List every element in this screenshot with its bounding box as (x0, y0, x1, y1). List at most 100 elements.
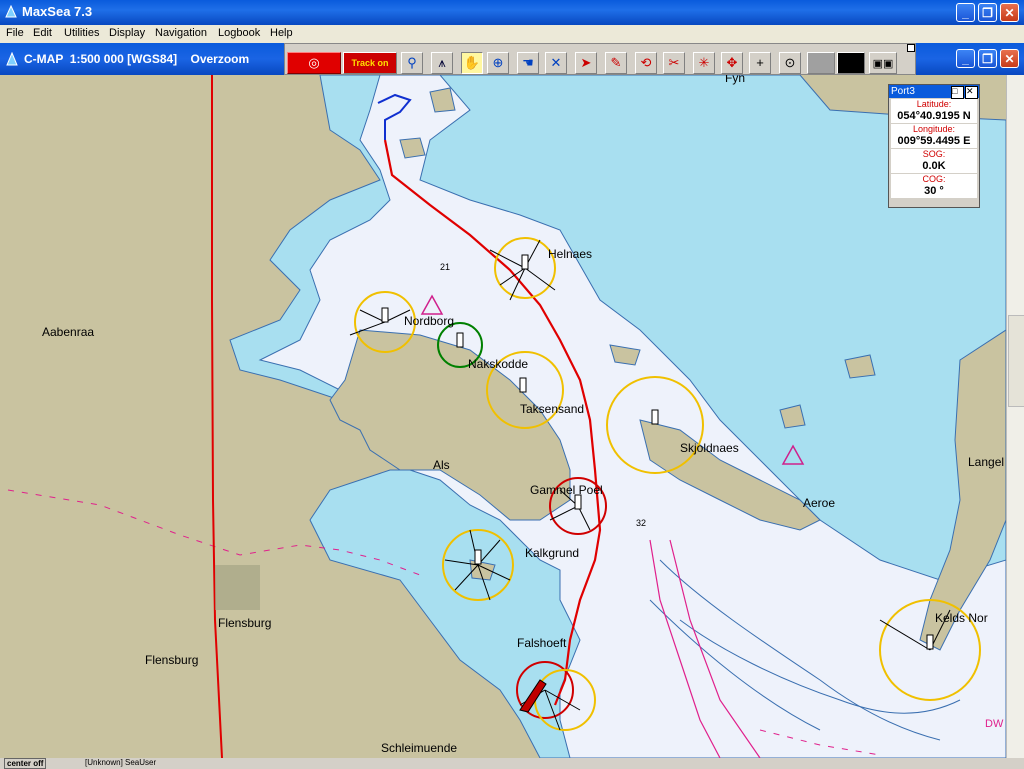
arrow-pointer-icon: ➤ (580, 55, 592, 70)
menu-display[interactable]: Display (109, 27, 145, 39)
chart-icon (6, 52, 18, 66)
center-tool[interactable]: ⊕ (487, 52, 509, 74)
vertical-scrollbar[interactable] (1006, 75, 1024, 758)
plus-icon: + (756, 55, 764, 70)
longitude-label: Longitude: (891, 124, 977, 134)
sounding-21: 21 (440, 262, 450, 272)
pencil-icon: ✎ (610, 55, 622, 70)
port3-maximize-icon[interactable]: □ (951, 86, 964, 99)
sog-value: 0.0K (891, 159, 977, 173)
grab-hand-icon: ☚ (522, 55, 534, 70)
restore-icon: ❐ (982, 6, 993, 20)
pan-hand-tool[interactable]: ✋ (461, 52, 483, 74)
cog-label: COG: (891, 174, 977, 184)
label-aabenraa: Aabenraa (42, 325, 94, 339)
drag-tool[interactable]: ☚ (517, 52, 539, 74)
label-dw: DW (985, 718, 1004, 730)
label-aeroe: Aeroe (803, 496, 835, 510)
measure-tool[interactable]: ✕ (545, 52, 567, 74)
islet-3 (429, 87, 456, 113)
route-icon: ⟲ (640, 55, 652, 70)
label-langel: Langel (968, 455, 1004, 469)
chart-close-button[interactable]: ✕ (1000, 49, 1019, 68)
port3-panel: Port3 □ ✕ Latitude: 054°40.9195 N Longit… (888, 84, 980, 208)
target-tool[interactable]: ⊙ (779, 52, 801, 74)
menu-utilities[interactable]: Utilities (64, 27, 99, 39)
label-falshoeft: Falshoeft (517, 636, 567, 650)
pencil-tool[interactable]: ✎ (605, 52, 627, 74)
islet-2 (399, 137, 426, 159)
zoom-tool[interactable]: ⚲ (401, 52, 423, 74)
label-nakskodde: Nakskodde (468, 357, 528, 371)
compass-tool[interactable]: ⩚ (431, 52, 453, 74)
crosshair-circle-icon: ⊕ (492, 55, 504, 70)
chart-window-title: C-MAP 1:500 000 [WGS84] Overzoom (24, 52, 250, 66)
chart-minimize-button[interactable]: _ (956, 49, 975, 68)
scissors-icon: ✂ (668, 55, 680, 70)
measure-icon: ✕ (550, 55, 562, 70)
center-off-button[interactable]: center off (4, 758, 47, 769)
compass-icon: ⩚ (438, 55, 446, 70)
restore-icon: ❐ (982, 52, 993, 66)
marsh-area (215, 565, 260, 610)
add-tool[interactable]: + (749, 52, 771, 74)
magnifier-icon: ⚲ (407, 55, 417, 70)
window-title: MaxSea 7.3 (22, 4, 93, 19)
menu-navigation[interactable]: Navigation (155, 27, 207, 39)
record-icon: ◎ (308, 55, 320, 70)
mark-tool[interactable]: ✳ (693, 52, 715, 74)
mark-icon: ✳ (698, 55, 710, 70)
close-icon: ✕ (1004, 6, 1015, 20)
nautical-chart[interactable]: Fyn Helnaes Nordborg Nakskodde Taksensan… (0, 75, 1006, 758)
close-button[interactable]: ✕ (1000, 3, 1019, 22)
port3-close-icon[interactable]: ✕ (965, 86, 978, 99)
user-status: [Unknown] SeaUser (85, 758, 157, 767)
menu-help[interactable]: Help (270, 27, 293, 39)
toolbar-black-slot[interactable] (837, 52, 865, 74)
title-bar: MaxSea 7.3 _ ❐ ✕ (0, 0, 1024, 25)
close-icon: ✕ (1004, 52, 1015, 66)
label-skjoldnaes: Skjoldnaes (680, 441, 739, 455)
label-gammel-poel: Gammel Poel (530, 483, 603, 497)
menu-file[interactable]: File (6, 27, 24, 39)
cut-tool[interactable]: ✂ (663, 52, 685, 74)
label-taksensand: Taksensand (520, 402, 584, 416)
minimize-icon: _ (962, 52, 969, 66)
longitude-value: 009°59.4495 E (891, 134, 977, 148)
minimize-button[interactable]: _ (956, 3, 975, 22)
sog-label: SOG: (891, 149, 977, 159)
port3-header[interactable]: Port3 □ ✕ (889, 85, 979, 99)
minimize-icon: _ (962, 6, 969, 20)
chart-canvas[interactable]: Fyn Helnaes Nordborg Nakskodde Taksensan… (0, 75, 1006, 758)
label-als: Als (433, 458, 450, 472)
move-arrows-icon: ✥ (726, 55, 738, 70)
track-on-button[interactable]: Track on (343, 52, 397, 74)
menu-logbook[interactable]: Logbook (218, 27, 260, 39)
label-kalkgrund: Kalkgrund (525, 546, 579, 560)
label-schleimuende: Schleimuende (381, 741, 457, 755)
label-kelds-nor: Kelds Nor (935, 611, 988, 625)
restore-button[interactable]: ❐ (978, 3, 997, 22)
move-tool[interactable]: ✥ (721, 52, 743, 74)
route-tool[interactable]: ⟲ (635, 52, 657, 74)
display-tool[interactable]: ▣▣ (869, 52, 897, 74)
label-nordborg: Nordborg (404, 314, 454, 328)
record-button[interactable]: ◎ (287, 52, 341, 74)
sounding-32: 32 (636, 518, 646, 528)
port3-title: Port3 (891, 86, 915, 97)
menu-bar: File Edit Utilities Display Navigation L… (0, 25, 1024, 43)
scrollbar-thumb[interactable] (1008, 315, 1024, 407)
latitude-label: Latitude: (891, 99, 977, 109)
toolbar-grey-slot[interactable] (807, 52, 835, 74)
latitude-value: 054°40.9195 N (891, 109, 977, 123)
target-icon: ⊙ (784, 55, 796, 70)
label-flensburg-2: Flensburg (145, 653, 198, 667)
toolbar-close-icon[interactable] (907, 44, 915, 52)
status-bar: center off [Unknown] SeaUser (0, 758, 1024, 769)
pointer-tool[interactable]: ➤ (575, 52, 597, 74)
chart-restore-button[interactable]: ❐ (978, 49, 997, 68)
menu-edit[interactable]: Edit (33, 27, 52, 39)
maxsea-app-icon (5, 5, 17, 18)
chart-toolbar: ◎ Track on ⚲ ⩚ ✋ ⊕ ☚ ✕ ➤ ✎ ⟲ ✂ ✳ ✥ + ⊙ ▣… (284, 43, 916, 75)
hand-icon: ✋ (463, 55, 481, 70)
